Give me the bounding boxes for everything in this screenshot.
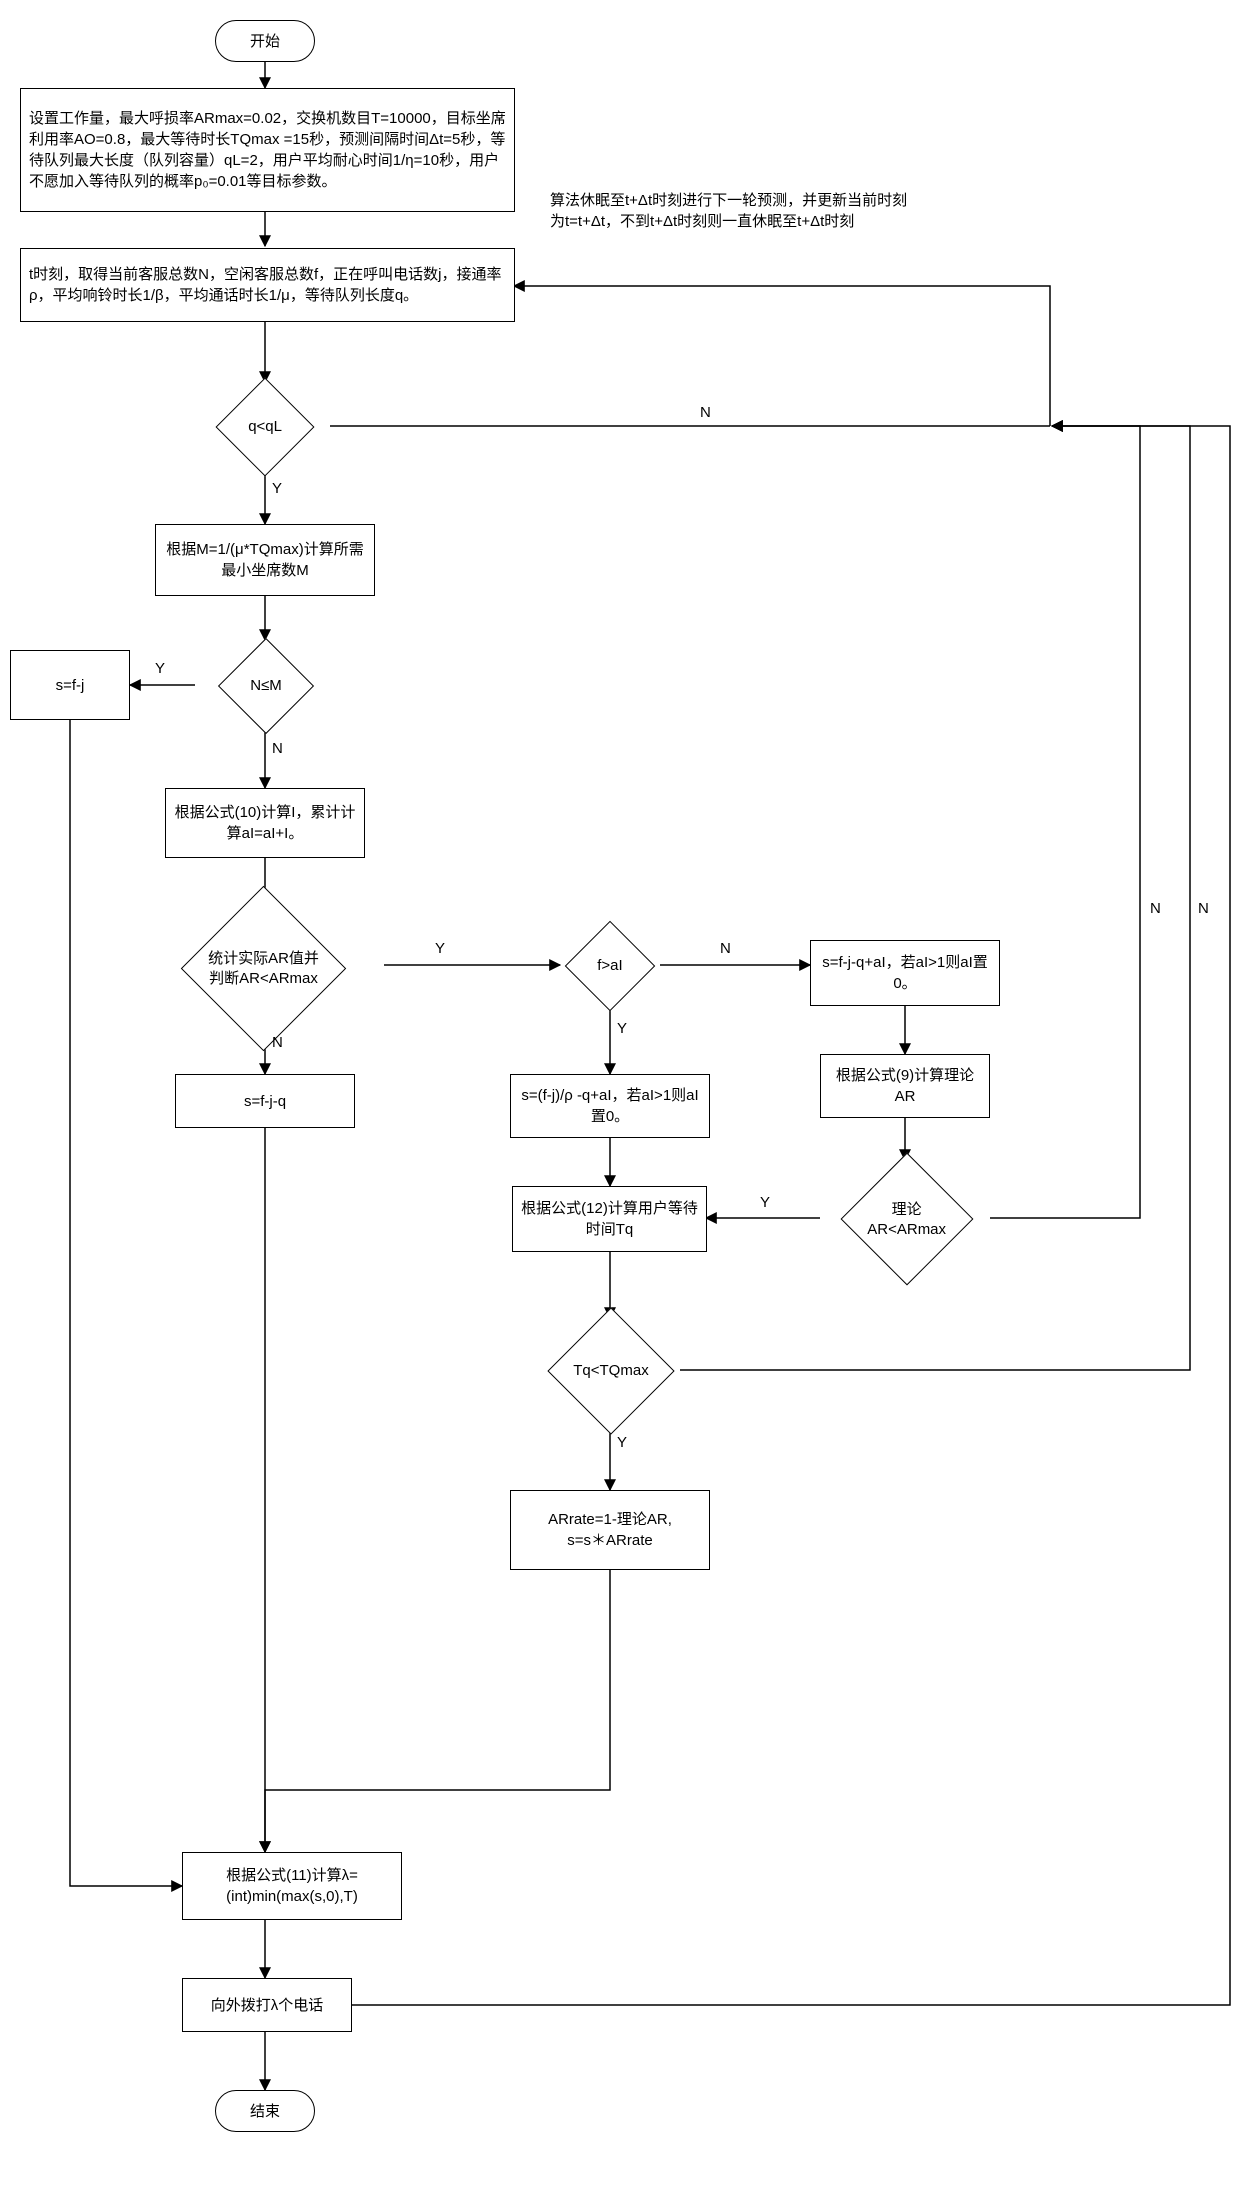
terminator-start: 开始 bbox=[215, 20, 315, 62]
label-y: Y bbox=[435, 940, 445, 957]
calc-Tq-text: 根据公式(12)计算用户等待时间Tq bbox=[521, 1198, 698, 1240]
calc-lambda-text: 根据公式(11)计算λ=(int)min(max(s,0),T) bbox=[191, 1865, 393, 1907]
label-n: N bbox=[1198, 900, 1209, 917]
apply-rate-text: ARrate=1-理论AR, s=s＊ARrate bbox=[548, 1509, 672, 1551]
s-eq-fjq-text: s=f-j-q bbox=[244, 1091, 286, 1112]
label-n: N bbox=[700, 404, 711, 421]
label-y: Y bbox=[617, 1020, 627, 1037]
process-branch-a: s=(f-j)/ρ -q+aI，若aI>1则aI置0。 bbox=[510, 1074, 710, 1138]
terminator-end: 结束 bbox=[215, 2090, 315, 2132]
calc-I-text: 根据公式(10)计算I，累计计算aI=aI+I。 bbox=[174, 802, 356, 844]
process-s-eq-fj: s=f-j bbox=[10, 650, 130, 720]
process-apply-rate: ARrate=1-理论AR, s=s＊ARrate bbox=[510, 1490, 710, 1570]
start-label: 开始 bbox=[250, 31, 280, 52]
decision-q-lt-qL: q<qL bbox=[216, 378, 315, 477]
Tq-text: Tq<TQmax bbox=[573, 1361, 648, 1381]
process-calc-I: 根据公式(10)计算I，累计计算aI=aI+I。 bbox=[165, 788, 365, 858]
label-y: Y bbox=[155, 660, 165, 677]
label-n: N bbox=[272, 1034, 283, 1051]
calc-theo-AR-text: 根据公式(9)计算理论AR bbox=[829, 1065, 981, 1107]
decision-Tq: Tq<TQmax bbox=[547, 1307, 674, 1434]
process-calc-lambda: 根据公式(11)计算λ=(int)min(max(s,0),T) bbox=[182, 1852, 402, 1920]
sleep-text: 算法休眠至t+Δt时刻进行下一轮预测，并更新当前时刻为t=t+Δt，不到t+Δt… bbox=[550, 192, 907, 230]
process-s-eq-fjq: s=f-j-q bbox=[175, 1074, 355, 1128]
label-y: Y bbox=[272, 480, 282, 497]
end-label: 结束 bbox=[250, 2101, 280, 2122]
label-n: N bbox=[272, 740, 283, 757]
f-gt-aI-text: f>aI bbox=[597, 956, 622, 976]
process-calc-Tq: 根据公式(12)计算用户等待时间Tq bbox=[512, 1186, 707, 1252]
process-init-params: 设置工作量，最大呼损率ARmax=0.02，交换机数目T=10000，目标坐席利… bbox=[20, 88, 515, 212]
AR-lt-ARmax-text: 统计实际AR值并判断AR<ARmax bbox=[206, 949, 321, 988]
label-y: Y bbox=[760, 1194, 770, 1211]
annotation-sleep: 算法休眠至t+Δt时刻进行下一轮预测，并更新当前时刻为t=t+Δt，不到t+Δt… bbox=[550, 190, 920, 232]
process-sample-state: t时刻，取得当前客服总数N，空闲客服总数f，正在呼叫电话数j，接通率ρ，平均响铃… bbox=[20, 248, 515, 322]
label-n: N bbox=[720, 940, 731, 957]
theoAR-text: 理论AR<ARmax bbox=[861, 1200, 953, 1239]
decision-AR-lt-ARmax: 统计实际AR值并判断AR<ARmax bbox=[181, 886, 346, 1051]
process-calc-theo-AR: 根据公式(9)计算理论AR bbox=[820, 1054, 990, 1118]
decision-f-gt-aI: f>aI bbox=[565, 921, 656, 1012]
process-calc-M: 根据M=1/(μ*TQmax)计算所需最小坐席数M bbox=[155, 524, 375, 596]
branch-b-text: s=f-j-q+aI，若aI>1则aI置0。 bbox=[819, 952, 991, 994]
q-lt-qL-text: q<qL bbox=[248, 417, 282, 437]
decision-theoAR: 理论AR<ARmax bbox=[841, 1153, 974, 1286]
label-y: Y bbox=[617, 1434, 627, 1451]
dial-text: 向外拨打λ个电话 bbox=[211, 1995, 324, 2016]
calc-M-text: 根据M=1/(μ*TQmax)计算所需最小坐席数M bbox=[164, 539, 366, 581]
s-eq-fj-text: s=f-j bbox=[56, 675, 85, 696]
process-dial: 向外拨打λ个电话 bbox=[182, 1978, 352, 2032]
label-n: N bbox=[1150, 900, 1161, 917]
process-branch-b: s=f-j-q+aI，若aI>1则aI置0。 bbox=[810, 940, 1000, 1006]
N-le-M-text: N≤M bbox=[250, 676, 282, 696]
flowchart-canvas: 开始 设置工作量，最大呼损率ARmax=0.02，交换机数目T=10000，目标… bbox=[0, 0, 1240, 2212]
decision-N-le-M: N≤M bbox=[218, 638, 314, 734]
init-params-text: 设置工作量，最大呼损率ARmax=0.02，交换机数目T=10000，目标坐席利… bbox=[29, 108, 506, 192]
sample-state-text: t时刻，取得当前客服总数N，空闲客服总数f，正在呼叫电话数j，接通率ρ，平均响铃… bbox=[29, 264, 506, 306]
branch-a-text: s=(f-j)/ρ -q+aI，若aI>1则aI置0。 bbox=[519, 1085, 701, 1127]
